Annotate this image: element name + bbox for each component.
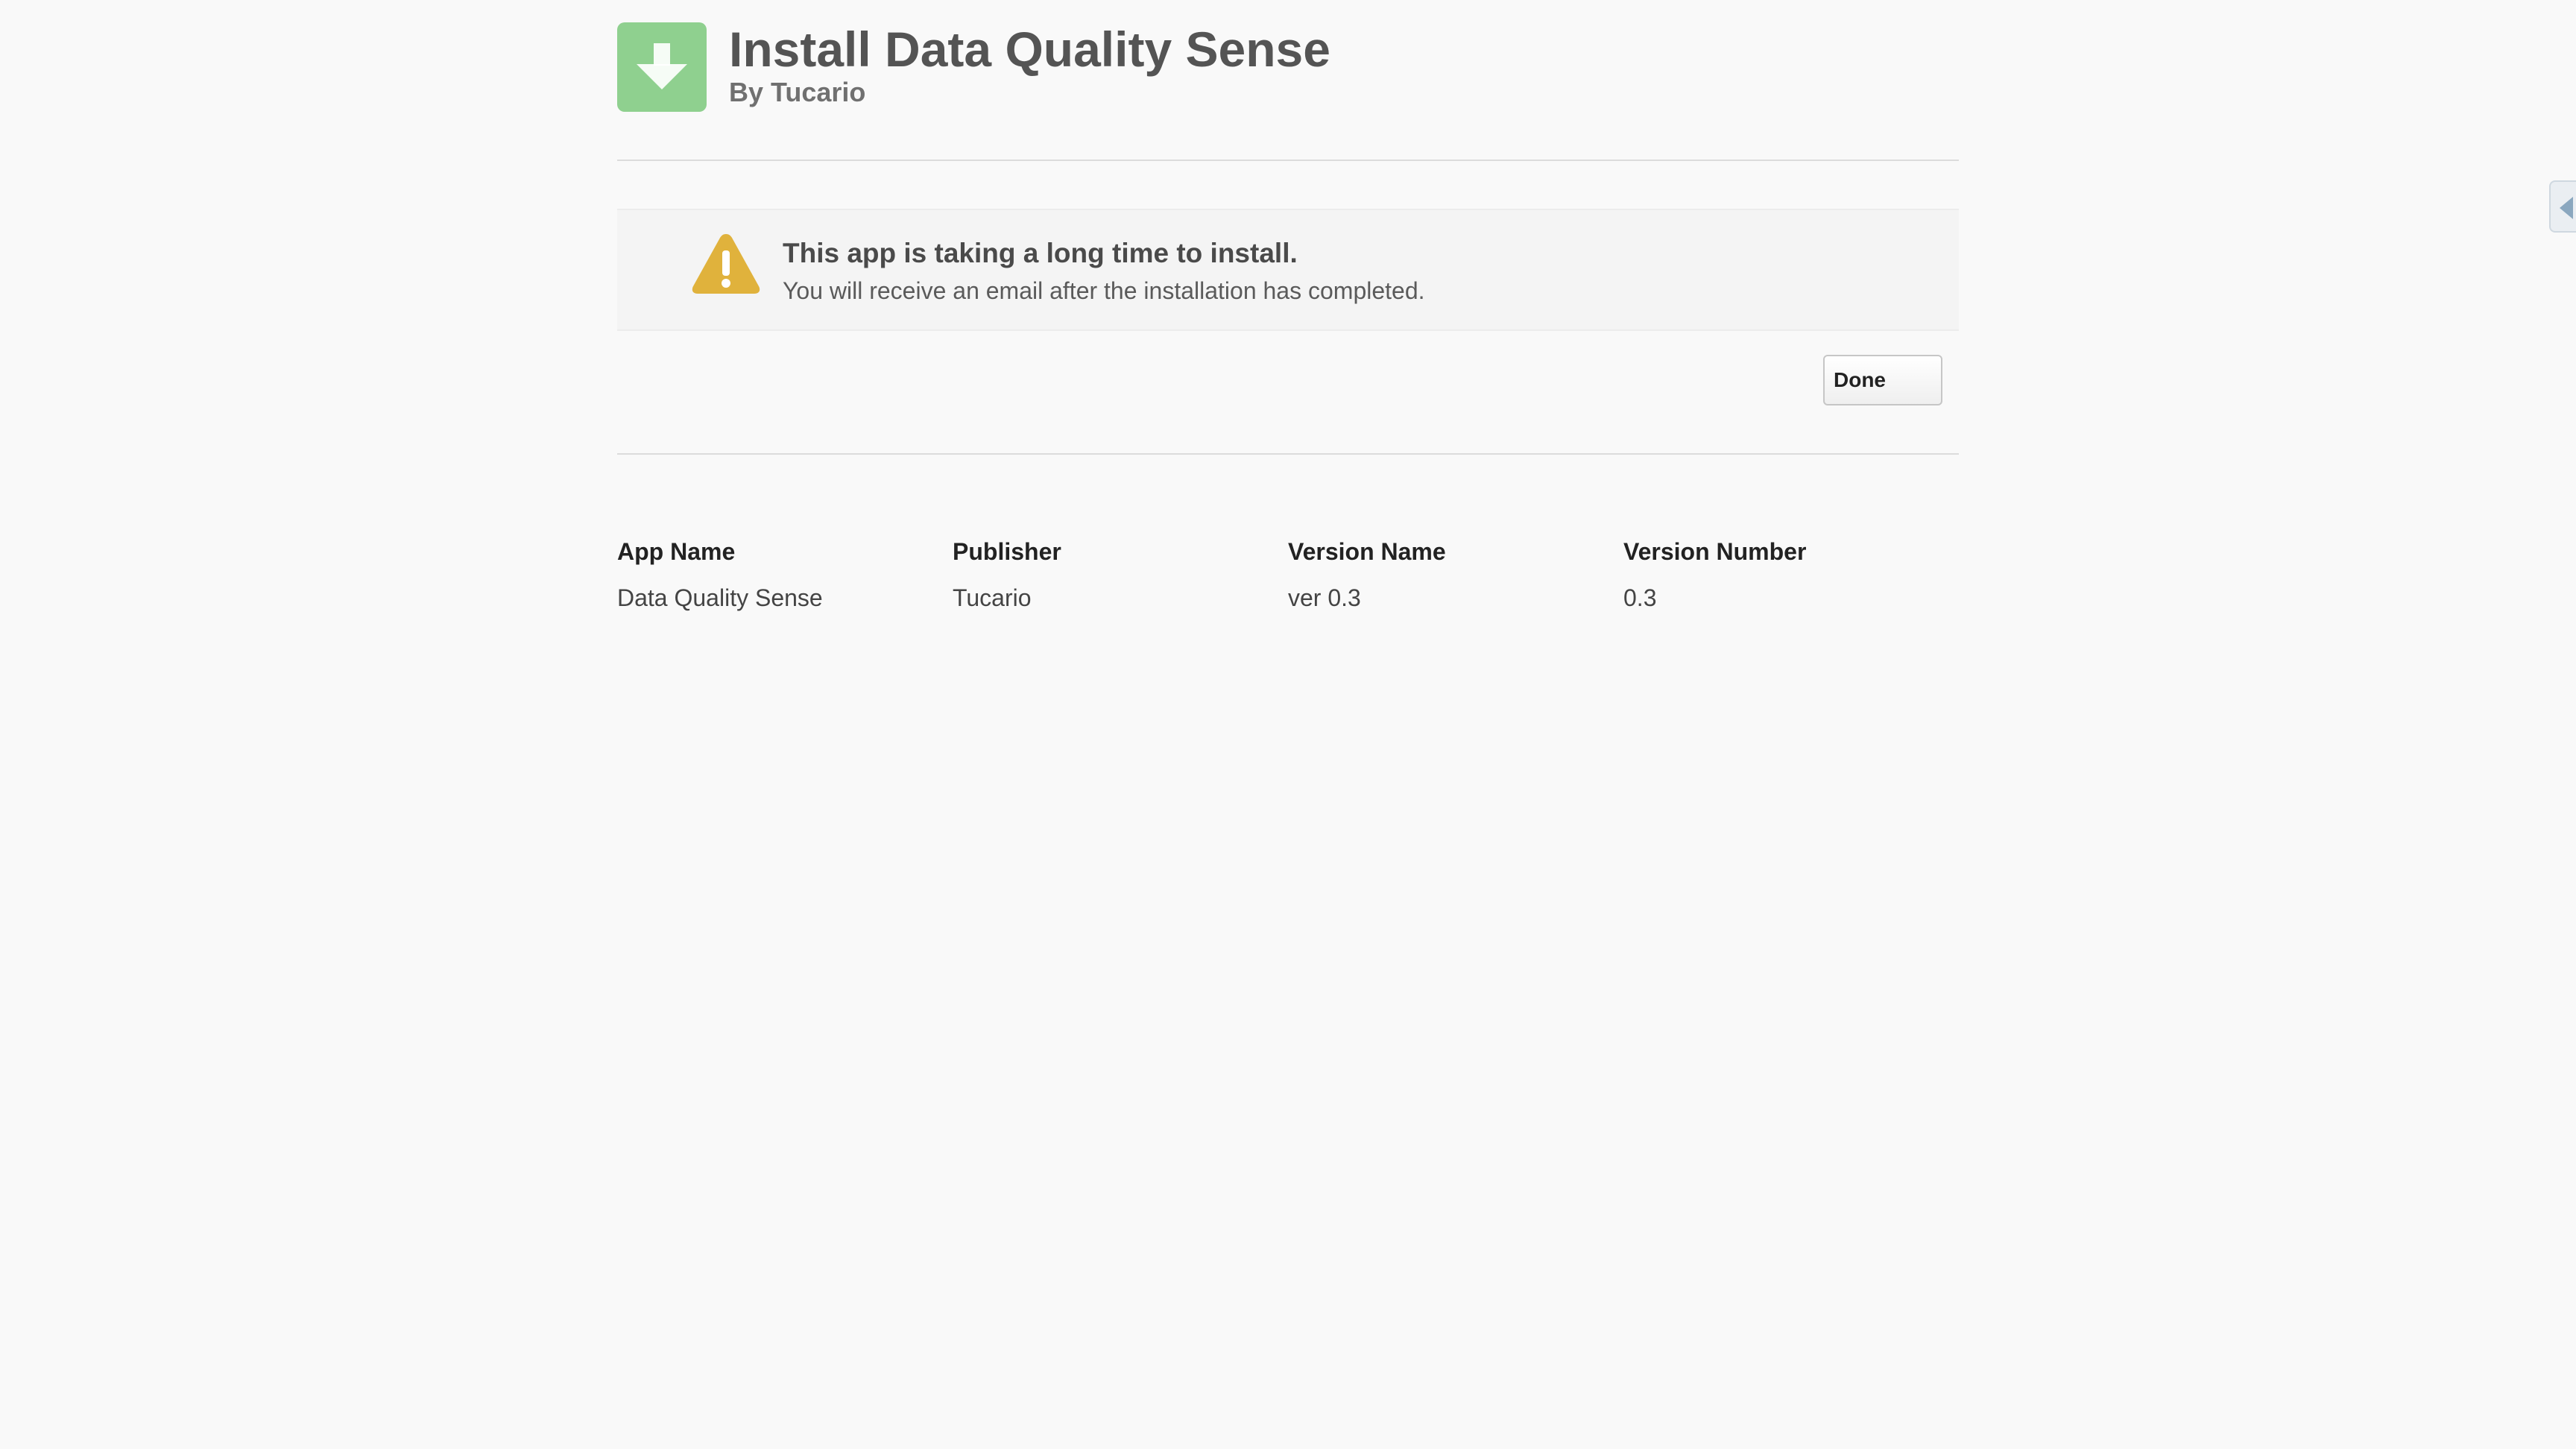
notice-title: This app is taking a long time to instal… [783,238,1298,268]
done-button[interactable]: Done [1823,355,1942,405]
column-header-app-name: App Name [617,538,736,565]
download-arrow-icon [617,22,707,112]
column-header-publisher: Publisher [953,538,1061,565]
publisher-value: Tucario [953,584,1032,611]
publisher-byline: By Tucario [729,77,866,107]
install-notice-banner: This app is taking a long time to instal… [617,209,1959,331]
version-name-value: ver 0.3 [1288,584,1361,611]
version-number-value: 0.3 [1623,584,1657,611]
column-header-version-name: Version Name [1288,538,1446,565]
app-info-table: App Name Publisher Version Name Version … [617,529,1959,622]
page-header: Install Data Quality Sense By Tucario [617,0,1959,161]
install-container: Install Data Quality Sense By Tucario Th… [617,0,1959,611]
page-title: Install Data Quality Sense [729,22,1330,77]
chevron-left-icon [2560,197,2573,219]
warning-icon [692,234,760,294]
app-name-value: Data Quality Sense [617,584,823,611]
section-divider [617,453,1959,455]
column-header-version-number: Version Number [1623,538,1807,565]
notice-message: You will receive an email after the inst… [783,277,1425,304]
side-panel-toggle[interactable] [2549,180,2576,233]
install-page: Install Data Quality Sense By Tucario Th… [0,0,2576,1449]
